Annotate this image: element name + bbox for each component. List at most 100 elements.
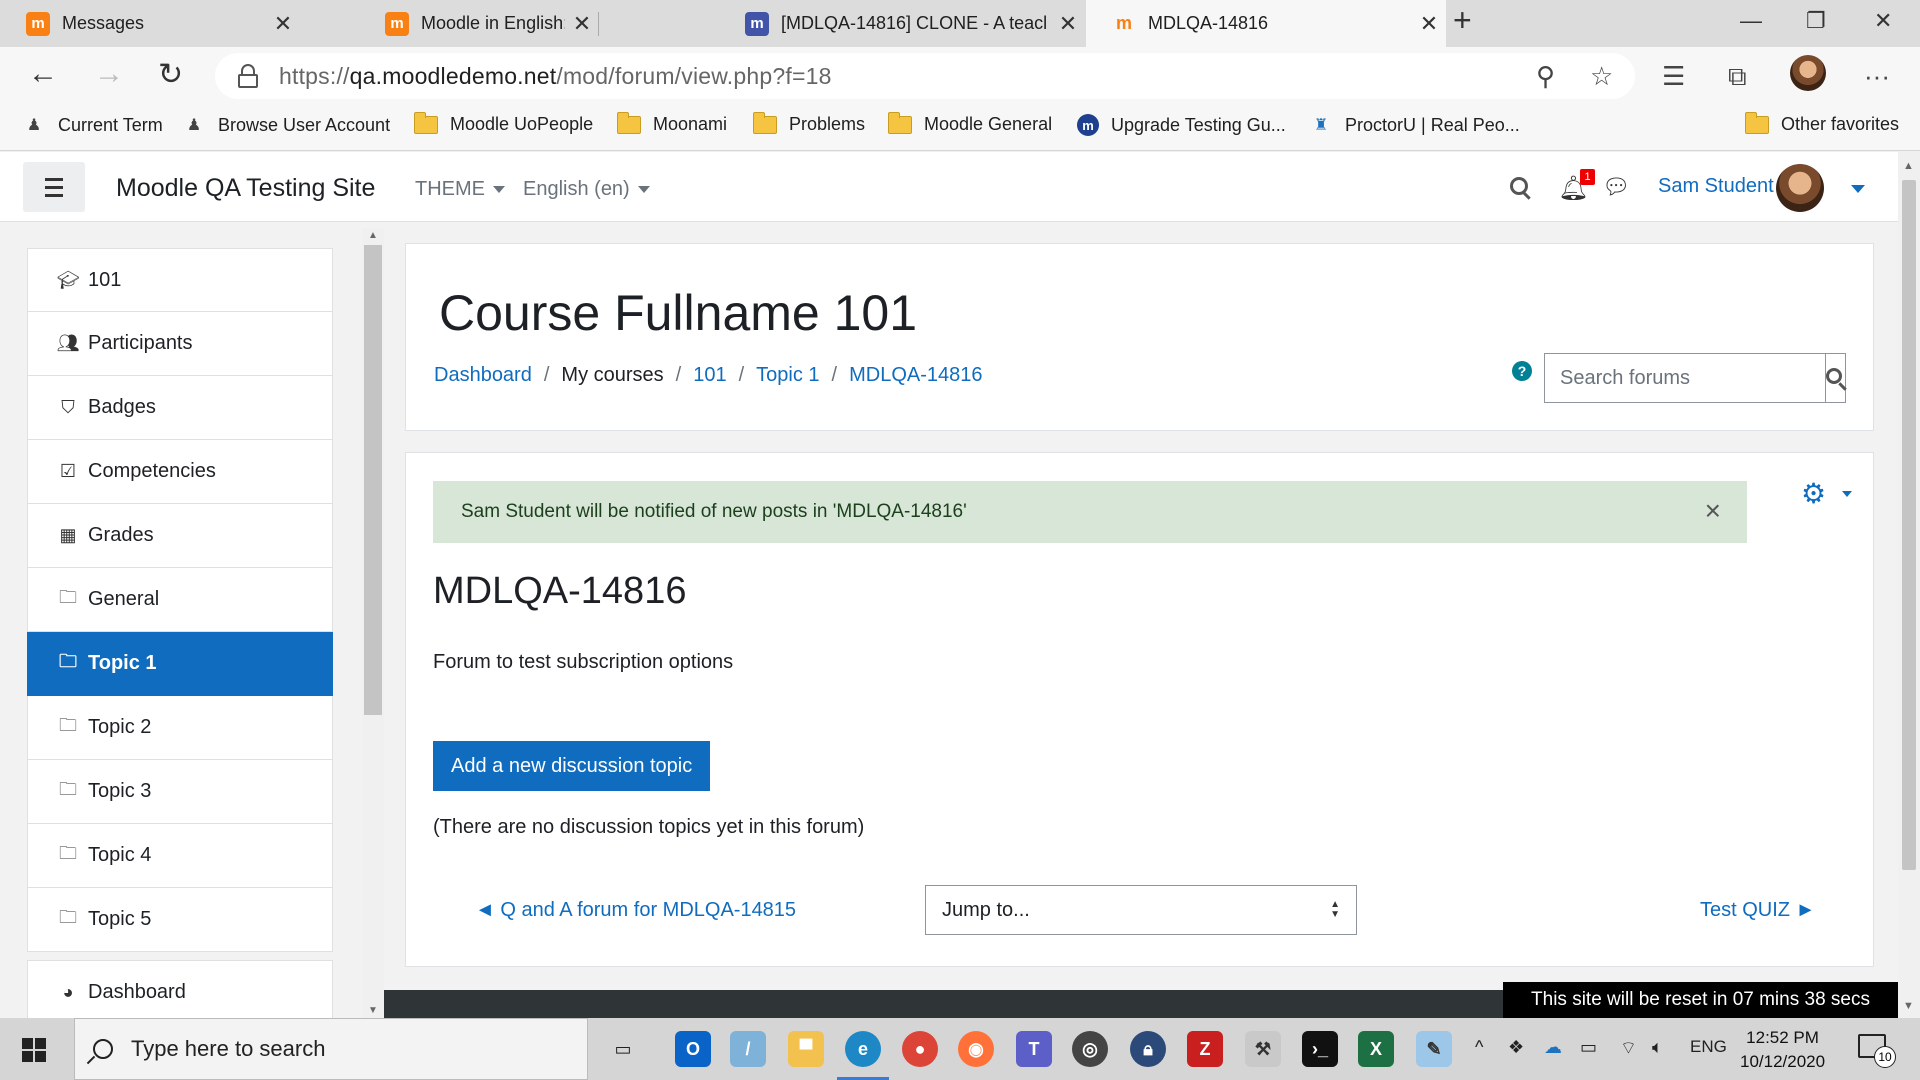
add-discussion-button[interactable]: Add a new discussion topic [433, 741, 711, 791]
window-close-button[interactable]: ✕ [1874, 8, 1892, 34]
page-title: Course Fullname 101 [439, 285, 918, 341]
notification-center-icon[interactable]: 10 [1858, 1034, 1896, 1068]
drawer-item-101[interactable]: 🎓︎ 101 [27, 248, 333, 312]
breadcrumb-dashboard[interactable]: Dashboard [434, 364, 532, 387]
chrome-icon[interactable]: ● [902, 1031, 938, 1067]
next-activity-link[interactable]: Test QUIZ ► [1700, 899, 1815, 922]
bookmark-moodle-general[interactable]: Moodle General [888, 111, 1052, 135]
close-icon[interactable]: ✕ [266, 11, 300, 37]
language-indicator[interactable]: ENG [1690, 1037, 1727, 1057]
file-explorer-icon[interactable]: ▀ [788, 1031, 824, 1067]
wifi-icon[interactable]: ⌔ [1620, 1037, 1637, 1060]
outlook-icon[interactable]: O [675, 1031, 711, 1067]
breadcrumb-forum[interactable]: MDLQA-14816 [849, 364, 982, 387]
drawer-item-dashboard[interactable]: ◕ Dashboard [27, 960, 333, 1024]
terminal-icon[interactable]: ›_ [1302, 1031, 1338, 1067]
teams-icon[interactable]: T [1016, 1031, 1052, 1067]
bookmark-problems[interactable]: Problems [753, 111, 865, 135]
favorites-icon[interactable]: ☰ [1662, 61, 1685, 92]
onedrive-icon[interactable]: ☁ [1544, 1037, 1562, 1058]
battery-icon[interactable]: ▭ [1580, 1037, 1597, 1058]
notes-icon[interactable]: / [730, 1031, 766, 1067]
notification-count: 10 [1874, 1046, 1896, 1068]
bookmark-moodle-uopeople[interactable]: Moodle UoPeople [414, 111, 593, 135]
jump-to-select[interactable]: Jump to... ▲ ▼ [925, 885, 1357, 935]
drawer-item-topic-1[interactable]: 🗀 Topic 1 [27, 632, 333, 696]
chevron-down-icon[interactable] [1842, 491, 1852, 497]
chat-icon[interactable]: 💬︎ [1602, 174, 1630, 200]
filezilla-icon[interactable]: Z [1187, 1031, 1223, 1067]
taskbar-search[interactable]: Type here to search [74, 1018, 588, 1080]
tray-chevron-up-icon[interactable]: ^ [1475, 1037, 1483, 1058]
close-icon[interactable]: ✕ [565, 11, 599, 37]
drawer-item-badges[interactable]: ⛉ Badges [27, 376, 333, 440]
breadcrumb-101[interactable]: 101 [693, 364, 726, 387]
restore-button[interactable]: ❐ [1806, 8, 1826, 34]
paint-icon[interactable]: ✎ [1416, 1031, 1452, 1067]
tools-icon[interactable]: ⚒ [1245, 1031, 1281, 1067]
bookmark-current-term[interactable]: ♟ Current Term [22, 114, 163, 136]
user-name[interactable]: Sam Student [1658, 175, 1774, 198]
refresh-button[interactable]: ↻ [158, 57, 183, 92]
task-view-icon[interactable]: ▭ [605, 1031, 641, 1067]
volume-icon[interactable]: 🔈︎ [1652, 1037, 1663, 1058]
avatar[interactable] [1776, 164, 1824, 212]
close-icon[interactable]: × [1705, 495, 1721, 527]
edge-icon[interactable]: e [837, 1031, 889, 1080]
breadcrumb-topic-1[interactable]: Topic 1 [756, 364, 819, 387]
taskbar-clock[interactable]: 12:52 PM 10/12/2020 [1740, 1026, 1825, 1074]
search-icon[interactable] [1510, 174, 1528, 195]
lock-app-icon[interactable]: 🔒︎ [1130, 1031, 1166, 1067]
more-icon[interactable]: ··· [1864, 61, 1890, 92]
drawer-item-competencies[interactable]: ☑ Competencies [27, 440, 333, 504]
drawer-item-grades[interactable]: ▦ Grades [27, 504, 333, 568]
close-icon[interactable]: ✕ [1412, 11, 1446, 37]
drawer-item-topic-4[interactable]: 🗀 Topic 4 [27, 824, 333, 888]
tab-moodle-in-english[interactable]: m Moodle in English: Forwarding w ✕ [359, 0, 599, 47]
drawer-toggle-button[interactable] [23, 162, 85, 212]
bookmark-upgrade-testing[interactable]: m Upgrade Testing Gu... [1077, 114, 1286, 136]
firefox-icon[interactable]: ◉ [958, 1031, 994, 1067]
star-icon[interactable]: ☆ [1590, 61, 1613, 92]
drawer-item-general[interactable]: 🗀 General [27, 568, 333, 632]
collections-icon[interactable]: ⧉ [1728, 61, 1747, 93]
drawer-item-participants[interactable]: 👥︎ Participants [27, 312, 333, 376]
tab-mdlqa-clone[interactable]: m [MDLQA-14816] CLONE - A teacl ✕ [725, 0, 1085, 47]
site-name[interactable]: Moodle QA Testing Site [116, 174, 375, 203]
theme-menu[interactable]: THEME [415, 178, 505, 201]
search-button[interactable] [1825, 354, 1845, 402]
gear-icon[interactable]: ⚙ [1801, 477, 1826, 510]
tab-mdlqa-14816[interactable]: m MDLQA-14816 ✕ [1086, 0, 1446, 47]
bookmark-proctoru[interactable]: ♜ ProctorU | Real Peo... [1309, 114, 1520, 136]
breadcrumb-my-courses: My courses [561, 364, 664, 386]
back-button[interactable]: ← [28, 57, 58, 91]
previous-activity-link[interactable]: ◄ Q and A forum for MDLQA-14815 [475, 899, 796, 922]
windows-start-icon[interactable] [22, 1038, 46, 1062]
search-input[interactable] [1545, 354, 1825, 402]
help-icon[interactable]: ? [1512, 361, 1532, 381]
forward-button[interactable]: → [94, 57, 124, 91]
profile-avatar[interactable] [1790, 55, 1826, 91]
moodle-icon: m [1115, 13, 1132, 33]
bookmark-other-favorites[interactable]: Other favorites [1745, 111, 1899, 135]
excel-icon[interactable]: X [1358, 1031, 1394, 1067]
drawer-item-topic-2[interactable]: 🗀 Topic 2 [27, 696, 333, 760]
drawer-scrollbar[interactable]: ▲ ▼ [362, 228, 384, 1018]
graduation-cap-icon: 🎓︎ [56, 269, 80, 290]
address-bar[interactable]: https://qa.moodledemo.net/mod/forum/view… [215, 53, 1635, 99]
media-player-icon[interactable]: ◎ [1072, 1031, 1108, 1067]
page-scrollbar[interactable]: ▲ ▼ [1898, 152, 1920, 1018]
alert-text: Sam Student will be notified of new post… [461, 501, 967, 522]
bookmark-browse-user-account[interactable]: ♟ Browse User Account [182, 114, 390, 136]
zoom-icon[interactable]: ⚲ [1536, 61, 1555, 92]
close-icon[interactable]: ✕ [1051, 11, 1085, 37]
language-menu[interactable]: English (en) [523, 178, 650, 201]
chevron-down-icon[interactable] [1851, 185, 1865, 193]
minimize-button[interactable]: — [1740, 8, 1762, 34]
tab-messages[interactable]: m Messages ✕ [0, 0, 300, 47]
drawer-item-topic-5[interactable]: 🗀 Topic 5 [27, 888, 333, 952]
dropbox-icon[interactable]: ❖ [1508, 1037, 1524, 1058]
new-tab-button[interactable]: + [1453, 2, 1472, 39]
drawer-item-topic-3[interactable]: 🗀 Topic 3 [27, 760, 333, 824]
bookmark-moonami[interactable]: Moonami [617, 111, 727, 135]
